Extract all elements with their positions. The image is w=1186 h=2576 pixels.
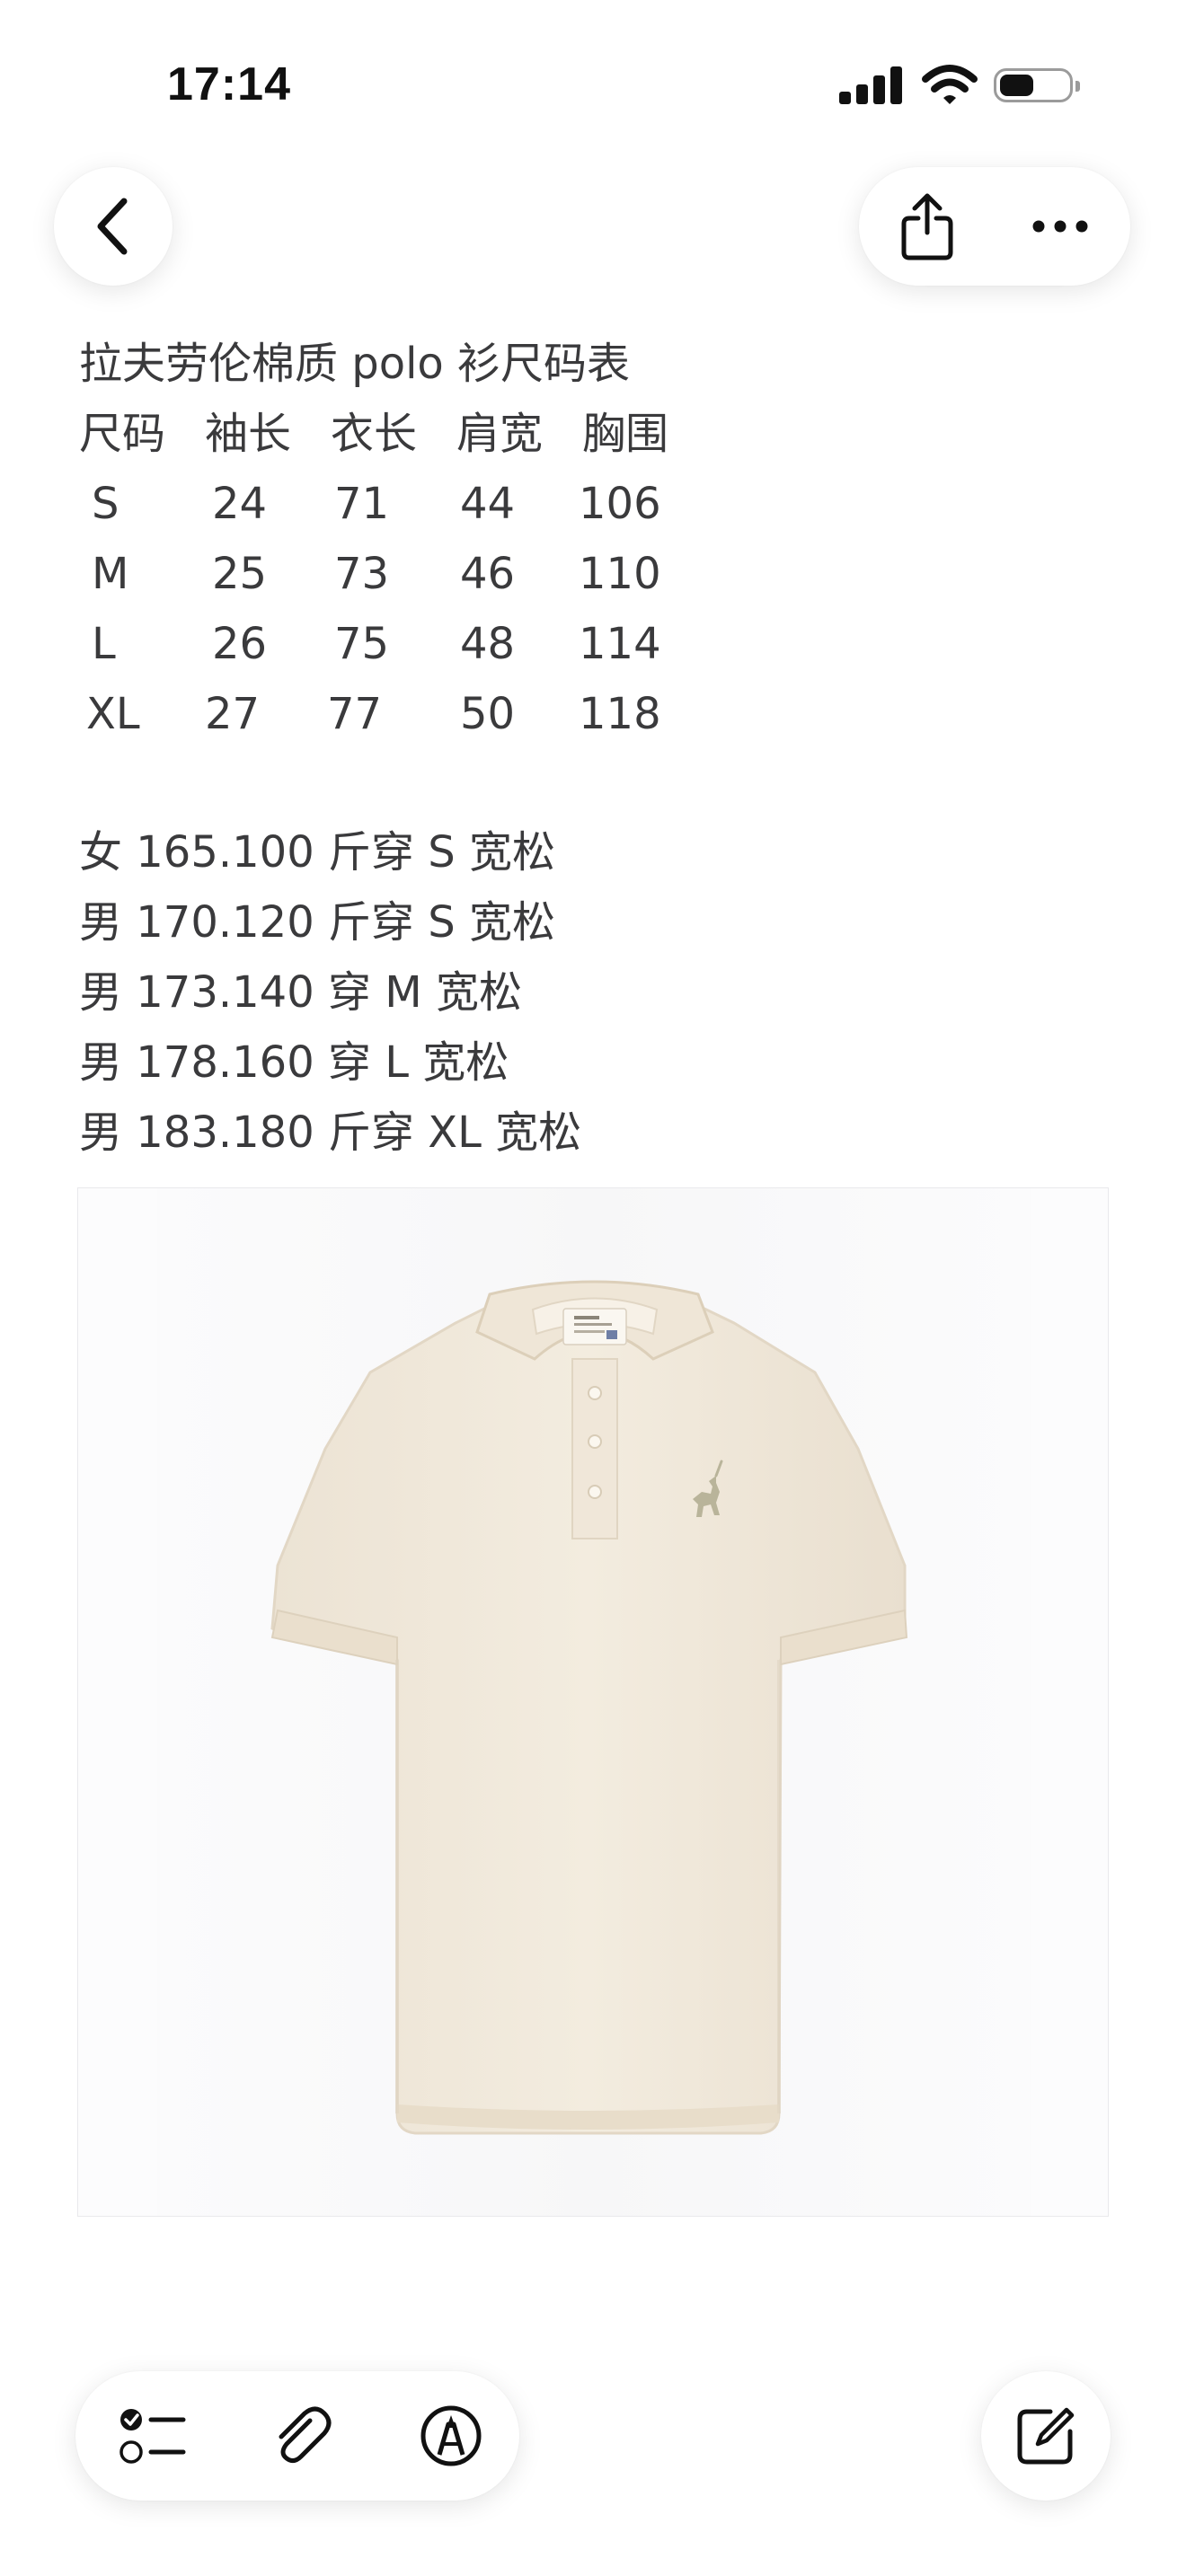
cell-sleeve: 27	[205, 689, 261, 739]
chevron-left-icon	[54, 167, 173, 286]
recommendation-line: 女 165.100 斤穿 S 宽松	[79, 827, 555, 878]
status-time: 17:14	[167, 58, 291, 110]
checklist-button[interactable]	[102, 2371, 203, 2501]
more-horizontal-icon	[1032, 220, 1088, 233]
header-sleeve: 袖长	[205, 409, 292, 459]
note-title: 拉夫劳伦棉质 polo 衫尺码表	[79, 339, 631, 389]
header-shoulder: 肩宽	[456, 409, 544, 459]
attachment-button[interactable]	[252, 2371, 352, 2501]
cellular-signal-icon	[839, 65, 902, 104]
battery-icon	[994, 68, 1080, 102]
cell-chest: 114	[579, 619, 661, 669]
recommendation-line: 男 183.180 斤穿 XL 宽松	[79, 1107, 582, 1158]
cell-sleeve: 24	[212, 479, 268, 529]
cell-sleeve: 25	[212, 549, 268, 599]
paperclip-icon	[279, 2406, 332, 2464]
cell-chest: 118	[579, 689, 661, 739]
wifi-icon	[922, 65, 978, 106]
recommendation-line: 男 170.120 斤穿 S 宽松	[79, 897, 555, 948]
bottom-tools-pill	[75, 2371, 519, 2501]
compose-icon	[981, 2371, 1111, 2501]
cell-size: S	[92, 479, 119, 529]
header-size: 尺码	[79, 409, 166, 459]
header-length: 衣长	[331, 409, 418, 459]
recommendation-line: 男 173.140 穿 M 宽松	[79, 967, 522, 1018]
cell-size: M	[92, 549, 129, 599]
checklist-icon	[119, 2409, 186, 2464]
header-chest: 胸围	[582, 409, 669, 459]
cell-shoulder: 48	[460, 619, 516, 669]
markup-button[interactable]	[401, 2371, 501, 2501]
more-button[interactable]	[1010, 167, 1111, 286]
share-icon	[901, 193, 953, 260]
cell-size: XL	[86, 689, 140, 739]
battery-level	[1000, 75, 1033, 96]
markup-pen-icon	[420, 2405, 482, 2466]
note-body[interactable]: 拉夫劳伦棉质 polo 衫尺码表	[79, 329, 1112, 399]
size-recommendations: 女 165.100 斤穿 S 宽松 男 170.120 斤穿 S 宽松 男 17…	[79, 817, 581, 1168]
cell-length: 77	[327, 689, 383, 739]
top-actions-pill	[859, 167, 1130, 286]
cell-chest: 110	[579, 549, 661, 599]
cell-shoulder: 50	[460, 689, 516, 739]
cell-size: L	[92, 619, 116, 669]
share-button[interactable]	[877, 167, 978, 286]
cell-chest: 106	[579, 479, 661, 529]
back-button[interactable]	[54, 167, 173, 286]
polo-shirt-illustration	[157, 1188, 1031, 2216]
compose-button[interactable]	[981, 2371, 1111, 2501]
cell-shoulder: 44	[460, 479, 516, 529]
cell-sleeve: 26	[212, 619, 268, 669]
cell-length: 75	[334, 619, 390, 669]
cell-length: 71	[334, 479, 390, 529]
polo-shirt-image[interactable]	[77, 1187, 1109, 2217]
recommendation-line: 男 178.160 穿 L 宽松	[79, 1037, 509, 1088]
cell-shoulder: 46	[460, 549, 516, 599]
cell-length: 73	[334, 549, 390, 599]
